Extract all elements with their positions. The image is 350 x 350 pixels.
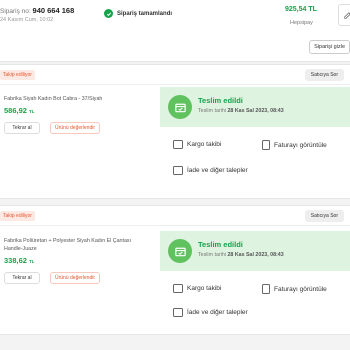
return-requests-link[interactable]: İade ve diğer talepler <box>173 308 248 317</box>
delivered-date: Teslim tarihi 28 Kas Sal 2023, 08:43 <box>198 108 284 114</box>
package-card-header: Takip ediliyor Satıcıya Sor <box>0 206 350 226</box>
delivered-date-label: Teslim tarihi <box>198 108 226 114</box>
view-invoice-label: Faturayı görüntüle <box>274 141 327 149</box>
return-requests-link[interactable]: İade ve diğer talepler <box>173 166 248 175</box>
product-name[interactable]: Fabrika Poliüretan + Polyester Siyah Kad… <box>4 237 139 253</box>
product-price: 586,92 TL <box>4 106 34 115</box>
hide-order-button[interactable]: Siparişi gizle <box>309 40 350 54</box>
rate-product-button[interactable]: Ürünü değerlendir <box>50 122 101 134</box>
cargo-tracking-label: Kargo takibi <box>187 141 222 148</box>
order-status: Sipariş tamamlandı <box>104 9 172 18</box>
price-currency: TL <box>28 259 35 264</box>
return-icon <box>173 166 183 175</box>
delivered-title: Teslim edildi <box>198 240 243 249</box>
order-status-label: Sipariş tamamlandı <box>117 10 173 17</box>
delivered-date-value: 28 Kas Sal 2023, 08:43 <box>227 252 284 258</box>
order-date: 24 Kasım Cum, 10:02 <box>0 17 54 23</box>
check-icon <box>104 9 113 18</box>
package-card: Takip ediliyor Satıcıya Sor Fabrika Siya… <box>0 64 350 199</box>
view-invoice-link[interactable]: Faturayı görüntüle <box>262 140 327 150</box>
invoice-icon <box>262 284 270 294</box>
truck-icon <box>173 284 183 293</box>
view-invoice-link[interactable]: Faturayı görüntüle <box>262 284 327 294</box>
product-price: 338,62 TL <box>4 256 34 265</box>
package-icon <box>168 239 192 263</box>
package-card-header: Takip ediliyor Satıcıya Sor <box>0 65 350 85</box>
delivery-status-panel: Teslim edildi Teslim tarihi 28 Kas Sal 2… <box>160 87 350 127</box>
product-name[interactable]: Fabrika Siyah Kadın Bot Cabra - 37/Siyah <box>4 95 139 103</box>
truck-icon <box>173 140 183 149</box>
rate-product-button[interactable]: Ürünü değerlendir <box>50 272 101 284</box>
delivery-status-panel: Teslim edildi Teslim tarihi 28 Kas Sal 2… <box>160 231 350 271</box>
edit-icon <box>343 11 350 19</box>
return-requests-label: İade ve diğer talepler <box>187 167 248 174</box>
repurchase-button[interactable]: Tekrar al <box>4 272 40 284</box>
repurchase-button[interactable]: Tekrar al <box>4 122 40 134</box>
ask-seller-button[interactable]: Satıcıya Sor <box>304 210 344 222</box>
order-total: 925,54 TL <box>285 6 317 13</box>
order-number-value: 940 664 168 <box>32 6 75 15</box>
delivered-title: Teslim edildi <box>198 96 243 105</box>
cargo-tracking-label: Kargo takibi <box>187 285 222 292</box>
ask-seller-button[interactable]: Satıcıya Sor <box>304 69 344 81</box>
order-number: Sipariş no: 940 664 168 <box>0 6 74 15</box>
invoice-icon <box>262 140 270 150</box>
package-card: Takip ediliyor Satıcıya Sor Fabrika Poli… <box>0 205 350 335</box>
return-icon <box>173 308 183 317</box>
return-requests-label: İade ve diğer talepler <box>187 309 248 316</box>
price-value: 338,62 <box>4 256 27 265</box>
follow-badge: Takip ediliyor <box>0 70 35 80</box>
view-invoice-label: Faturayı görüntüle <box>274 285 327 293</box>
delivered-date-label: Teslim tarihi <box>198 252 226 258</box>
price-value: 586,92 <box>4 106 27 115</box>
delivered-date-value: 28 Kas Sal 2023, 08:43 <box>227 108 284 114</box>
package-icon <box>168 95 192 119</box>
cargo-tracking-link[interactable]: Kargo takibi <box>173 140 221 149</box>
order-header: Sipariş no: 940 664 168 24 Kasım Cum, 10… <box>0 0 350 62</box>
cargo-tracking-link[interactable]: Kargo takibi <box>173 284 221 293</box>
edit-button[interactable] <box>338 4 350 26</box>
payment-method: Hepsipay <box>290 20 313 26</box>
follow-badge: Takip ediliyor <box>0 211 35 221</box>
price-currency: TL <box>28 109 35 114</box>
delivered-date: Teslim tarihi 28 Kas Sal 2023, 08:43 <box>198 252 284 258</box>
order-number-label: Sipariş no: <box>0 8 31 15</box>
